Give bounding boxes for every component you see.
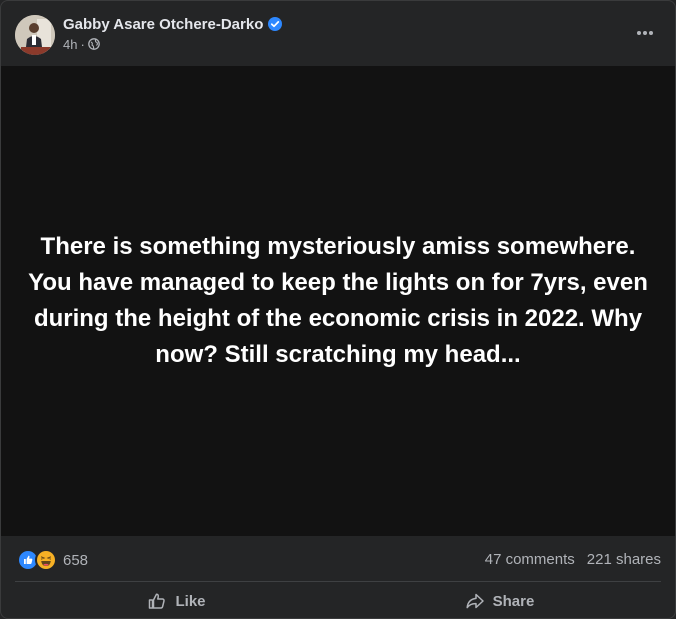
globe-icon — [87, 38, 100, 50]
thumbs-up-icon — [149, 593, 166, 609]
more-options-button[interactable] — [629, 17, 661, 49]
author-name-row: Gabby Asare Otchere-Darko — [63, 14, 283, 34]
more-options-icon — [637, 31, 653, 35]
meta-separator: · — [80, 36, 85, 52]
reactions-summary[interactable]: 658 — [17, 549, 88, 571]
post-stats: 658 47 comments 221 shares — [1, 537, 675, 581]
verified-badge-icon — [268, 17, 283, 31]
comments-count-link[interactable]: 47 comments — [485, 551, 575, 568]
post-timestamp[interactable]: 4h — [63, 37, 77, 52]
author-avatar[interactable] — [15, 15, 55, 55]
post-text: There is something mysteriously amiss so… — [28, 233, 648, 368]
like-button[interactable]: Like — [15, 583, 338, 618]
share-label: Share — [492, 592, 535, 610]
haha-reaction-icon — [35, 549, 57, 571]
post-content: There is something mysteriously amiss so… — [1, 66, 675, 536]
author-name[interactable]: Gabby Asare Otchere-Darko — [63, 16, 263, 33]
shares-count-link[interactable]: 221 shares — [587, 551, 661, 568]
post-header: Gabby Asare Otchere-Darko 4h · — [1, 1, 675, 65]
post-card: Gabby Asare Otchere-Darko 4h · There is … — [0, 0, 676, 619]
share-arrow-icon — [466, 593, 484, 609]
action-divider — [15, 581, 661, 582]
reaction-count: 658 — [63, 551, 89, 569]
share-button[interactable]: Share — [338, 583, 661, 618]
engagement-counts: 47 comments 221 shares — [485, 551, 661, 568]
like-label: Like — [175, 592, 206, 610]
post-meta: 4h · — [63, 36, 100, 52]
action-bar: Like Share — [15, 583, 661, 618]
